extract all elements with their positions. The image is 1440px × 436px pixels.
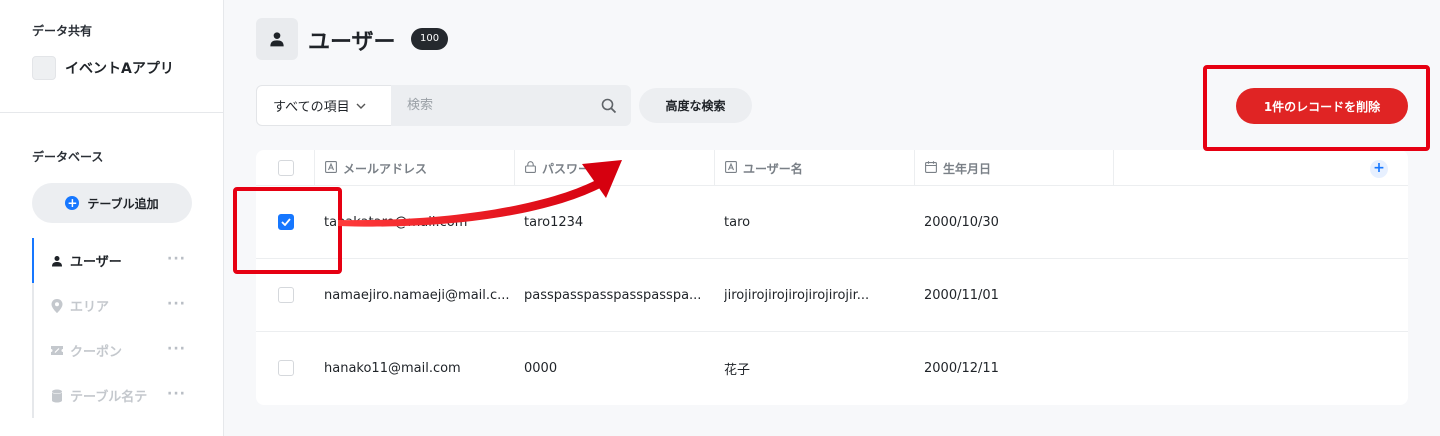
cell-birthday[interactable]: 2000/10/30 [924, 186, 1108, 259]
app-name: イベントAアプリ [65, 61, 174, 77]
sidebar-item-label: クーポン [70, 345, 123, 360]
sidebar-item-area[interactable]: エリア ··· [32, 283, 192, 328]
field-filter-select[interactable]: すべての項目 [256, 85, 392, 126]
text-field-icon [725, 160, 737, 176]
cell-birthday[interactable]: 2000/11/01 [924, 259, 1108, 332]
search-icon[interactable] [601, 98, 617, 114]
more-options-icon[interactable]: ··· [167, 386, 186, 402]
sidebar-item-label: エリア [70, 300, 110, 315]
row-checkbox[interactable] [278, 360, 294, 376]
add-table-button[interactable]: + テーブル追加 [32, 183, 192, 223]
record-count-badge: 100 [411, 28, 449, 50]
page-title: ユーザー [308, 30, 396, 55]
sidebar-item-table[interactable]: テーブル名テ ··· [32, 373, 192, 418]
column-header-birthday[interactable]: 生年月日 [914, 150, 1114, 186]
more-options-icon[interactable]: ··· [167, 296, 186, 312]
user-icon [50, 254, 64, 268]
cell-password[interactable]: passpasspasspasspasspa... [524, 259, 714, 332]
cell-username[interactable]: taro [724, 186, 908, 259]
add-column-button[interactable]: + [1370, 160, 1388, 178]
cell-email[interactable]: hanako11@mail.com [324, 332, 508, 405]
column-label: 生年月日 [943, 161, 992, 176]
more-options-icon[interactable]: ··· [167, 341, 186, 357]
data-share-heading: データ共有 [32, 24, 93, 38]
column-header-username[interactable]: ユーザー名 [714, 150, 914, 186]
page-user-icon [256, 18, 298, 60]
table-nav-list: ユーザー ··· エリア ··· クーポン ··· テーブル名テ ··· [32, 238, 192, 418]
plus-circle-icon: + [65, 196, 80, 210]
row-checkbox[interactable] [278, 287, 294, 303]
delete-button-highlight [1203, 65, 1430, 151]
field-filter-value: すべての項目 [273, 100, 350, 115]
column-label: ユーザー名 [743, 161, 803, 176]
table-row[interactable]: namaejiro.namaeji@mail.c... passpasspass… [256, 259, 1408, 332]
coupon-icon [50, 344, 64, 358]
sidebar-item-label: ユーザー [70, 255, 122, 270]
sidebar-item-label: テーブル名テ [70, 390, 148, 405]
annotation-arrow [338, 160, 622, 227]
table-row[interactable]: hanako11@mail.com 0000 花子 2000/12/11 [256, 332, 1408, 405]
location-pin-icon [50, 298, 64, 313]
advanced-search-button[interactable]: 高度な検索 [639, 88, 752, 123]
app-selector[interactable]: イベントAアプリ [32, 56, 174, 80]
select-all-checkbox[interactable] [278, 160, 294, 176]
sidebar-item-users[interactable]: ユーザー ··· [32, 238, 192, 283]
cell-password[interactable]: 0000 [524, 332, 708, 405]
cell-email[interactable]: namaejiro.namaeji@mail.c... [324, 259, 514, 332]
add-table-label: テーブル追加 [87, 196, 159, 211]
app-logo [32, 56, 56, 80]
checkbox-highlight [233, 187, 342, 274]
search-input[interactable] [391, 85, 591, 126]
database-icon [50, 389, 64, 403]
sidebar-item-coupon[interactable]: クーポン ··· [32, 328, 192, 373]
cell-username[interactable]: jirojirojirojirojirojirojir... [724, 259, 914, 332]
sidebar-divider [0, 112, 224, 113]
cell-username[interactable]: 花子 [724, 332, 908, 405]
chevron-down-icon [356, 98, 366, 113]
cell-birthday[interactable]: 2000/12/11 [924, 332, 1108, 405]
search-box [391, 85, 631, 126]
database-heading: データベース [32, 150, 104, 164]
more-options-icon[interactable]: ··· [167, 251, 186, 267]
sidebar: データ共有 イベントAアプリ データベース + テーブル追加 ユーザー ··· … [0, 0, 224, 436]
calendar-icon [925, 160, 937, 176]
